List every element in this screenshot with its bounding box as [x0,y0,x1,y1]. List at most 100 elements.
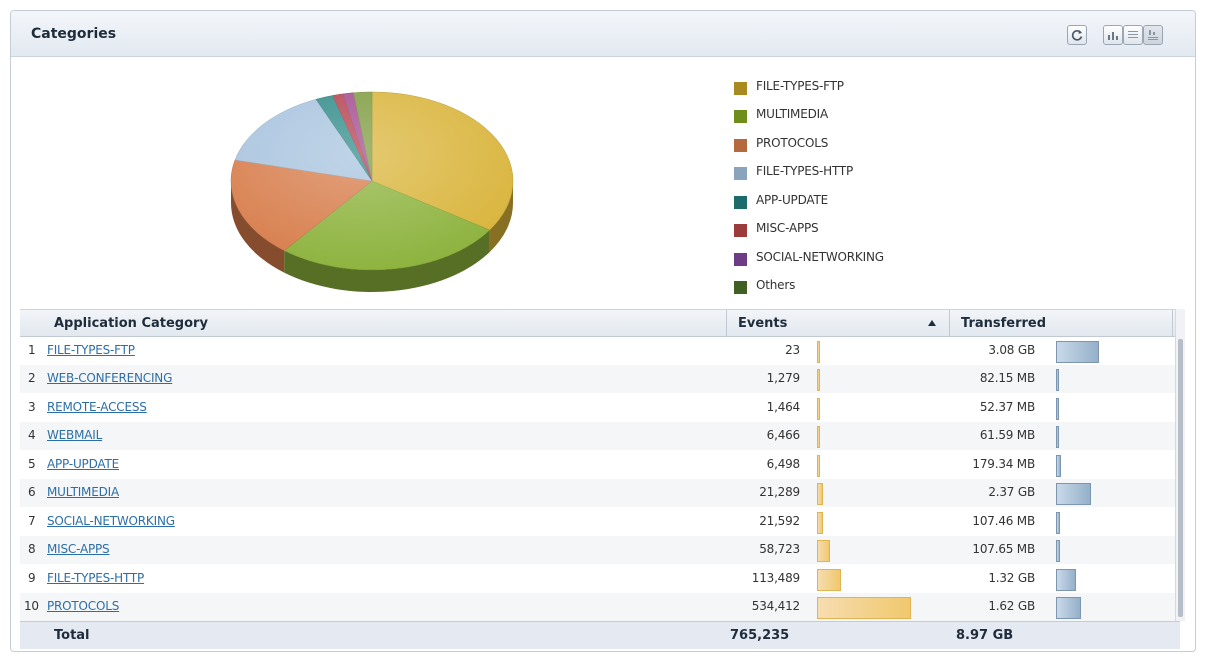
legend-label: FILE-TYPES-FTP [756,79,844,93]
table-scrollbar[interactable] [1175,309,1185,621]
category-link[interactable]: WEB-CONFERENCING [47,371,172,385]
table-row[interactable]: 7 SOCIAL-NETWORKING 21,592 107.46 MB [20,508,1175,536]
legend-swatch [734,281,747,294]
transferred-bar [1056,569,1076,591]
category-link[interactable]: REMOTE-ACCESS [47,400,147,414]
events-bar [817,512,823,534]
events-bar [817,597,911,619]
events-value: 21,289 [759,485,800,499]
events-bar [817,398,820,420]
scrollbar-thumb[interactable] [1178,339,1183,617]
table-row[interactable]: 1 FILE-TYPES-FTP 23 3.08 GB [20,337,1175,365]
events-bar [817,569,841,591]
legend-swatch [734,110,747,123]
bar-chart-view-button[interactable] [1103,25,1123,45]
legend-label: APP-UPDATE [756,193,828,207]
legend-label: MISC-APPS [756,221,819,235]
events-bar [817,540,830,562]
table-view-button[interactable] [1123,25,1143,45]
legend-swatch [734,224,747,237]
panel-title: Categories [31,26,117,42]
transferred-value: 1.32 GB [988,571,1035,585]
transferred-value: 2.37 GB [988,485,1035,499]
legend-swatch [734,139,747,152]
table-header: Application Category Events Transferred [20,309,1175,337]
transferred-bar [1056,483,1091,505]
chart-and-table-view-button[interactable] [1143,25,1163,45]
total-row: Total 765,235 8.97 GB [20,621,1180,649]
category-link[interactable]: MULTIMEDIA [47,485,119,499]
row-rank: 7 [28,514,36,528]
refresh-icon [1071,30,1083,41]
transferred-value: 107.65 MB [972,542,1035,556]
table-row[interactable]: 3 REMOTE-ACCESS 1,464 52.37 MB [20,394,1175,422]
table-row[interactable]: 8 MISC-APPS 58,723 107.65 MB [20,536,1175,564]
transferred-bar [1056,398,1059,420]
row-rank: 8 [28,542,36,556]
total-events: 765,235 [730,628,790,643]
transferred-value: 3.08 GB [988,343,1035,357]
bar-chart-icon [1108,32,1118,40]
transferred-bar [1056,540,1060,562]
legend-label: Others [756,278,796,292]
categories-panel: Categories FILE-TYPES-FTP MULTIMEDIA PRO… [10,10,1196,652]
table-row[interactable]: 10 PROTOCOLS 534,412 1.62 GB [20,593,1175,621]
total-label: Total [54,628,90,643]
events-bar [817,483,823,505]
transferred-bar [1056,597,1081,619]
transferred-bar [1056,341,1099,363]
refresh-button[interactable] [1067,25,1087,45]
events-bar [817,369,820,391]
column-header-transferred[interactable]: Transferred [961,316,1046,331]
events-bar [817,426,820,448]
row-rank: 9 [28,571,36,585]
table-row[interactable]: 4 WEBMAIL 6,466 61.59 MB [20,422,1175,450]
column-divider[interactable] [1172,310,1173,336]
legend-label: SOCIAL-NETWORKING [756,250,884,264]
events-bar [817,341,820,363]
events-value: 6,466 [766,428,801,442]
table-row[interactable]: 6 MULTIMEDIA 21,289 2.37 GB [20,479,1175,507]
sort-ascending-icon[interactable] [928,320,936,326]
row-rank: 3 [28,400,36,414]
row-rank: 1 [28,343,36,357]
category-link[interactable]: PROTOCOLS [47,599,119,613]
transferred-value: 1.62 GB [988,599,1035,613]
legend-swatch [734,196,747,209]
chart-table-icon [1148,30,1158,40]
pie-highlight [231,92,513,270]
transferred-value: 52.37 MB [979,400,1035,414]
category-link[interactable]: MISC-APPS [47,542,110,556]
panel-header: Categories [11,11,1195,57]
category-link[interactable]: APP-UPDATE [47,457,119,471]
transferred-value: 179.34 MB [972,457,1035,471]
legend-label: PROTOCOLS [756,136,829,150]
category-link[interactable]: FILE-TYPES-FTP [47,343,135,357]
legend-swatch [734,167,747,180]
transferred-value: 61.59 MB [979,428,1035,442]
transferred-bar [1056,369,1059,391]
column-divider[interactable] [949,310,950,336]
category-link[interactable]: FILE-TYPES-HTTP [47,571,144,585]
table-row[interactable]: 5 APP-UPDATE 6,498 179.34 MB [20,451,1175,479]
events-value: 534,412 [751,599,800,613]
category-link[interactable]: WEBMAIL [47,428,102,442]
column-header-events[interactable]: Events [738,316,787,331]
row-rank: 2 [28,371,36,385]
legend-label: MULTIMEDIA [756,107,828,121]
column-divider[interactable] [726,310,727,336]
events-value: 1,279 [766,371,801,385]
events-value: 23 [785,343,800,357]
column-header-category[interactable]: Application Category [54,316,208,331]
row-rank: 6 [28,485,36,499]
events-bar [817,455,820,477]
transferred-value: 82.15 MB [979,371,1035,385]
total-transferred: 8.97 GB [956,628,1014,643]
events-value: 6,498 [766,457,801,471]
events-value: 58,723 [759,542,800,556]
table-icon [1128,31,1138,38]
category-link[interactable]: SOCIAL-NETWORKING [47,514,175,528]
table-row[interactable]: 2 WEB-CONFERENCING 1,279 82.15 MB [20,365,1175,393]
table-row[interactable]: 9 FILE-TYPES-HTTP 113,489 1.32 GB [20,565,1175,593]
legend-swatch [734,82,747,95]
